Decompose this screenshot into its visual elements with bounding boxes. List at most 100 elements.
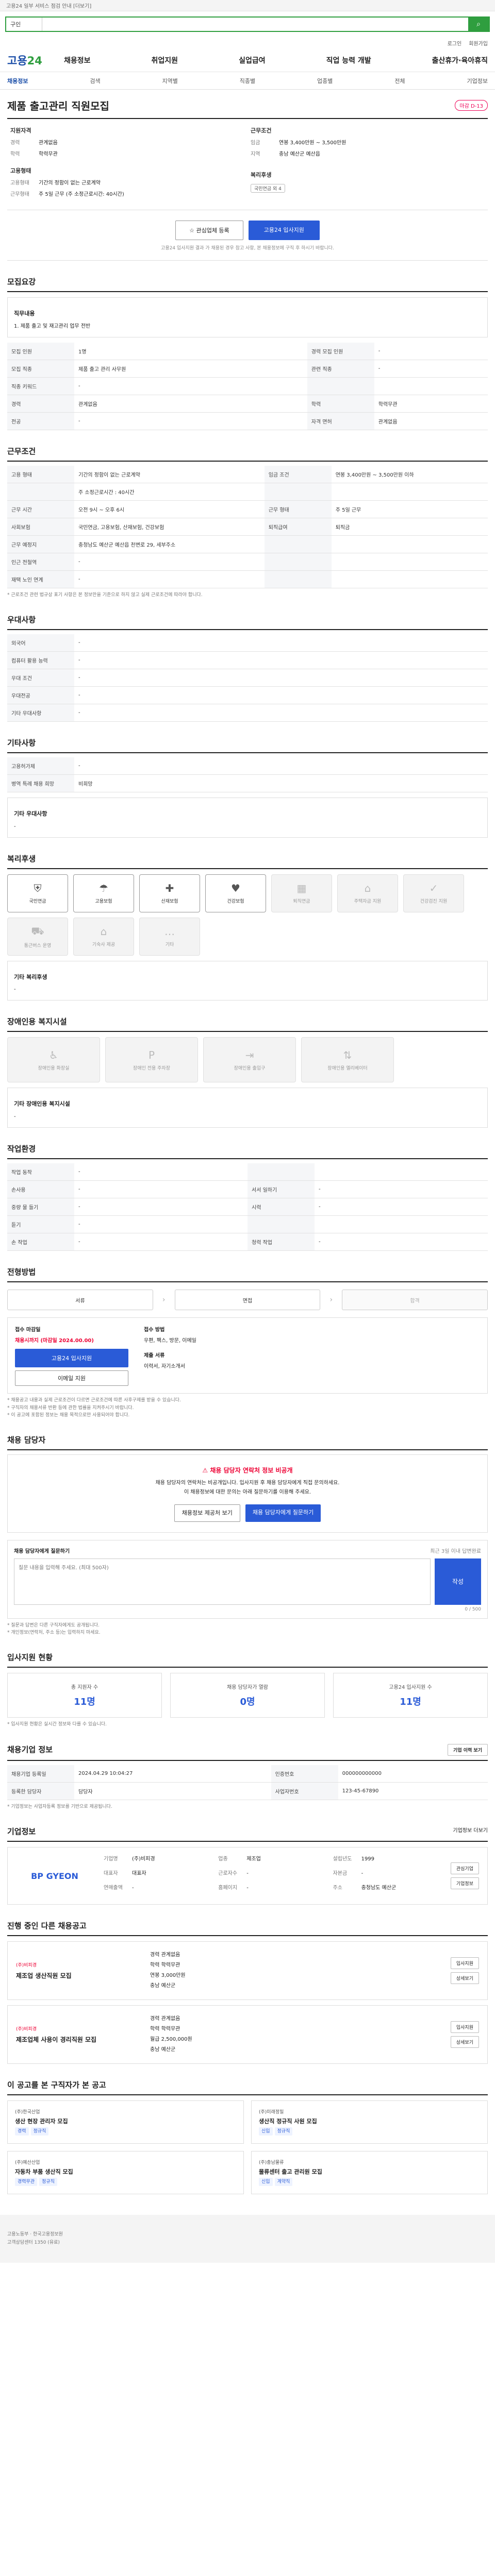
rec-title[interactable]: 물류센터 출고 관리원 모집 — [259, 2167, 480, 2177]
info-table: 작업 동작 - 손사용 - 서서 일하기 - 중량 물 들기 - 시력 - 듣기 - 손 작업 - 청력 작… — [7, 1163, 488, 1251]
duty-text: 1. 제품 출고 및 재고관리 업무 전반 — [14, 323, 91, 329]
recommend-card[interactable]: (주)한국산업 생산 현장 관리자 모집 경력 정규직 — [7, 2100, 244, 2144]
arrow-icon: › — [162, 1296, 166, 1304]
recommend-card[interactable]: (주)충남물류 물류센터 출고 관리원 모집 신입 계약직 — [251, 2151, 488, 2195]
gnb-item[interactable]: 실업급여 — [239, 55, 266, 65]
gnb-item[interactable]: 직업 능력 개발 — [326, 55, 371, 65]
recommend-card[interactable]: (주)미래정밀 생산직 정규직 사원 모집 신입 정규직 — [251, 2100, 488, 2144]
row-value: - — [74, 1163, 248, 1181]
row-label: 병역 특례 채용 희망 — [7, 774, 74, 793]
job-card[interactable]: (주)비피경 제조업체 사용이 경리직원 모집 경력 관계없음 학력 학력무관 월급 2… — [7, 2005, 488, 2064]
search-category-select[interactable]: 구인 — [6, 18, 42, 31]
snb-item[interactable]: 기업정보 — [467, 77, 487, 85]
table-row: 인근 전철역 - — [7, 553, 488, 571]
stat-online: 고용24 입사지원 수 11명 — [333, 1673, 488, 1718]
search-button[interactable]: ⌕ — [468, 18, 489, 31]
row-label: 사회보험 — [7, 518, 74, 536]
table-row: 듣기 - — [7, 1215, 488, 1234]
job-title[interactable]: 제조업 생산직원 모집 — [16, 1971, 140, 1980]
snb-item[interactable]: 업종별 — [317, 77, 333, 85]
site-logo[interactable]: 고용24 — [7, 53, 64, 68]
company-info-button[interactable]: 기업정보 — [450, 1877, 479, 1890]
row-value: 연봉 3,400만원 ~ 3,500만원 이하 — [331, 465, 488, 483]
job-meta: 충남 예산군 — [150, 1983, 176, 1989]
rec-tag: 신입 — [259, 2127, 273, 2136]
job-meta: 충남 예산군 — [150, 2047, 176, 2053]
apply-button-2[interactable]: 고용24 입사지원 — [15, 1349, 128, 1368]
company-info-item: 설립년도 1999 — [333, 1856, 375, 1862]
apply-button[interactable]: 고용24 입사지원 — [248, 221, 320, 240]
top-notice[interactable]: 고용24 일부 서비스 점검 안내 [더보기] — [0, 0, 495, 11]
gnb-item[interactable]: 취업지원 — [152, 55, 178, 65]
table-row: 외국어 - — [7, 634, 488, 652]
welfare-item: ✓ 건강검진 지원 — [403, 874, 464, 912]
job-card[interactable]: (주)비피경 제조업 생산직원 모집 경력 관계없음 학력 학력무관 연봉 3,000만… — [7, 1941, 488, 2001]
row-value — [315, 1215, 488, 1234]
section-conditions: 근무조건 고용 형태 기간의 정함이 없는 근로계약 임금 조건 연봉 3,400만원… — [7, 446, 488, 599]
welfare-icon: ☂ — [99, 882, 108, 895]
provider-button[interactable]: 채용정보 제공처 보기 — [174, 1504, 240, 1522]
job-title[interactable]: 제조업체 사용이 경리직원 모집 — [16, 2035, 140, 2044]
table-row: 근무 시간 오전 9시 ~ 오후 6시 근무 형태 주 5일 근무 — [7, 500, 488, 518]
row-label: 모집 직종 — [7, 360, 74, 378]
section-title: 복리후생 — [7, 853, 488, 869]
table-row: 병역 특례 채용 희망 비희망 — [7, 774, 488, 793]
section-title: 기타사항 — [7, 737, 488, 754]
row-label: 직종 키워드 — [7, 377, 74, 395]
section-company: 기업정보 기업정보 더보기 BP GYEON 기업명 (주)비피경 업종 제조업 설립년도… — [7, 1826, 488, 1905]
page-title: 제품 출고관리 직원모집 — [7, 100, 109, 112]
company-history-button[interactable]: 기업 이력 보기 — [448, 1743, 488, 1756]
snb-item[interactable]: 직종별 — [240, 77, 255, 85]
job-action-button[interactable]: 입사지원 — [450, 1957, 479, 1970]
welfare-item: ♥ 건강보험 — [205, 874, 266, 912]
ask-button[interactable]: 채용 담당자에게 질문하기 — [245, 1504, 321, 1522]
row-value — [315, 1163, 488, 1181]
row-label: 고용 형태 — [7, 465, 74, 483]
rec-title[interactable]: 자동차 부품 생산직 모집 — [15, 2167, 236, 2177]
row-value — [331, 570, 488, 588]
row-value: 오전 9시 ~ 오후 6시 — [74, 500, 265, 518]
welfare-badge[interactable]: 국민연금 외 4 — [251, 184, 285, 193]
rec-title[interactable]: 생산 현장 관리자 모집 — [15, 2116, 236, 2127]
gnb-item[interactable]: 출산휴가·육아휴직 — [432, 55, 488, 65]
company-fav-button[interactable]: 관심기업 — [450, 1862, 479, 1875]
summary-heading: 복리후생 — [251, 172, 272, 178]
search-bar: 구인 ⌕ — [0, 11, 495, 37]
row-label: 서서 일하기 — [248, 1180, 315, 1199]
snb-item[interactable]: 채용정보 — [7, 77, 28, 85]
scrap-button[interactable]: ☆ 관심업체 등록 — [175, 221, 243, 240]
table-row: 재택 노인 연계 - — [7, 570, 488, 588]
rec-title[interactable]: 생산직 정규직 사원 모집 — [259, 2116, 480, 2127]
email-apply-button[interactable]: 이메일 지원 — [15, 1370, 128, 1386]
search-icon: ⌕ — [476, 20, 481, 28]
job-action-button[interactable]: 상세보기 — [450, 2036, 479, 2048]
accessibility-icon: ♿ — [49, 1048, 58, 1061]
row-label: 경력 — [7, 395, 74, 413]
step-pass: 합격 — [342, 1290, 488, 1311]
row-value: - — [74, 570, 265, 588]
row-label: 인증번호 — [271, 1765, 338, 1783]
stat-total: 총 지원자 수 11명 — [7, 1673, 162, 1718]
snb-item[interactable]: 검색 — [90, 77, 100, 85]
table-row: 고용 형태 기간의 정함이 없는 근로계약 임금 조건 연봉 3,400만원 ~ 3,… — [7, 465, 488, 483]
row-label: 채용기업 등록일 — [7, 1765, 74, 1783]
company-more-link[interactable]: 기업정보 더보기 — [453, 1826, 488, 1837]
job-action-button[interactable]: 입사지원 — [450, 2021, 479, 2033]
summary-heading: 근무조건 — [251, 127, 272, 134]
snb-item[interactable]: 지역별 — [162, 77, 178, 85]
rec-tag: 정규직 — [39, 2178, 57, 2187]
question-input[interactable] — [14, 1558, 431, 1605]
question-submit-button[interactable]: 작성 — [435, 1558, 481, 1605]
login-link[interactable]: 로그인 — [448, 39, 462, 47]
gnb-item[interactable]: 채용정보 — [64, 55, 91, 65]
recommend-card[interactable]: (주)예산산업 자동차 부품 생산직 모집 경력무관 정규직 — [7, 2151, 244, 2195]
search-box: 구인 ⌕ — [5, 16, 490, 32]
row-value: - — [74, 704, 488, 722]
table-row: 우대전공 - — [7, 686, 488, 705]
row-label: 전공 — [7, 412, 74, 430]
job-action-button[interactable]: 상세보기 — [450, 1972, 479, 1985]
row-value: 제품 출고 관리 사무원 — [74, 360, 307, 378]
table-row: 기타 우대사항 - — [7, 704, 488, 722]
snb-item[interactable]: 전체 — [394, 77, 405, 85]
signup-link[interactable]: 회원가입 — [469, 39, 488, 47]
